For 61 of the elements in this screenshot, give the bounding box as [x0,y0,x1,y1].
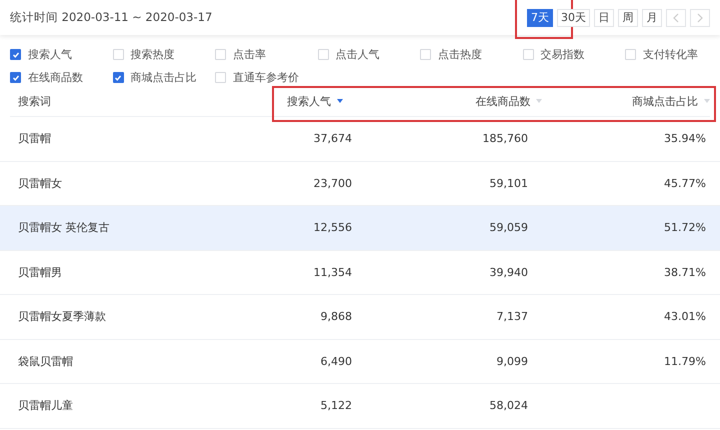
table-cell: 贝雷帽男 [18,266,62,279]
table-cell: 12,556 [314,221,352,234]
metric-label: 点击率 [233,47,266,62]
checkbox[interactable] [10,49,21,60]
table-cell: 59,059 [490,221,528,234]
chevron-right-icon [696,12,704,22]
metric-label: 在线商品数 [28,70,83,85]
table-row[interactable]: 贝雷帽 37,674 185,760 35.94% [0,117,720,162]
table-cell: 11.79% [664,354,706,368]
column-header: 搜索词 [18,94,51,108]
range-button[interactable]: 月 [642,8,662,26]
table-cell: 贝雷帽女 [18,176,62,190]
table-cell: 6,490 [320,354,352,368]
column-header: 在线商品数 [475,94,530,108]
table-cell: 7,137 [496,310,528,324]
table-cell: 袋鼠贝雷帽 [18,354,73,368]
table-row[interactable]: 贝雷帽儿童 5,122 58,024 [0,384,720,428]
range-button[interactable]: 周 [618,8,638,26]
table-cell: 5,122 [320,399,352,412]
table-cell: 37,674 [314,132,352,146]
column-header: 商城点击占比 [632,94,698,108]
table-row[interactable]: 袋鼠贝雷帽 6,490 9,099 11.79% [0,340,720,384]
metric-label: 搜索热度 [130,47,174,62]
table-cell: 9,868 [320,310,352,324]
period-label: 统计时间 2020-03-11 ~ 2020-03-17 [10,10,212,25]
table-cell: 39,940 [490,266,528,279]
table-cell: 贝雷帽儿童 [18,399,73,412]
table-row[interactable]: 贝雷帽女 英伦复古 12,556 59,059 51.72% [0,206,720,250]
table-cell: 185,760 [482,132,528,146]
table-cell: 38.71% [664,266,706,279]
table-cell: 35.94% [664,132,706,146]
table-cell: 9,099 [496,354,528,368]
checkbox[interactable] [10,72,21,83]
range-button[interactable]: 7天 [527,8,553,26]
checkbox[interactable] [112,72,124,83]
table-cell: 11,354 [314,266,352,279]
chevron-left-icon [672,12,680,22]
metric-label: 交易指数 [540,47,584,62]
metric-label: 支付转化率 [643,47,698,62]
metric-label: 直通车参考价 [233,70,299,85]
metric-label: 商城点击占比 [130,70,196,85]
table-cell: 贝雷帽女夏季薄款 [18,310,106,324]
table-cell: 贝雷帽 [18,132,51,146]
table-cell: 58,024 [490,399,528,412]
table-cell: 45.77% [664,176,706,190]
range-button[interactable]: 日 [594,8,614,26]
previous-button[interactable] [666,8,686,26]
metric-label: 点击人气 [336,47,380,62]
table-cell: 43.01% [664,310,706,324]
table-cell: 23,700 [314,176,352,190]
table-row[interactable]: 贝雷帽男 11,354 39,940 38.71% [0,250,720,295]
table-cell: 贝雷帽女 英伦复古 [18,221,110,234]
table-cell: 51.72% [664,221,706,234]
range-button[interactable]: 30天 [557,8,590,26]
next-button[interactable] [690,8,710,26]
table-cell: 59,101 [490,176,528,190]
table-row[interactable]: 贝雷帽女夏季薄款 9,868 7,137 43.01% [0,295,720,340]
column-header: 搜索人气 [287,94,332,108]
metric-label: 搜索人气 [28,47,72,62]
sort-down-icon[interactable] [337,99,344,103]
metric-label: 点击热度 [438,47,482,62]
